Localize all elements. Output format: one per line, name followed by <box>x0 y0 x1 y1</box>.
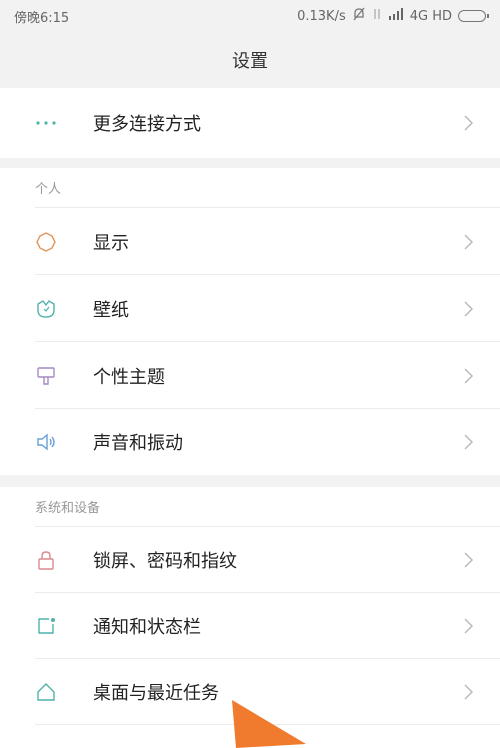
settings-item-label: 锁屏、密码和指纹 <box>93 551 237 572</box>
settings-item-label: 更多连接方式 <box>93 114 201 135</box>
settings-item-theme[interactable]: 个性主题 <box>0 342 500 409</box>
wallpaper-icon <box>35 298 57 320</box>
status-time: 傍晚6:15 <box>14 10 70 26</box>
notification-icon <box>35 615 57 637</box>
settings-item-label: 个性主题 <box>93 366 165 388</box>
chevron-right-icon <box>464 552 474 568</box>
signal-icon <box>388 8 404 24</box>
chevron-right-icon <box>464 434 474 450</box>
brightness-icon <box>35 231 57 253</box>
chevron-right-icon <box>464 618 474 634</box>
settings-item-notifications[interactable]: 通知和状态栏 <box>0 593 500 659</box>
section-title: 系统和设备 <box>35 501 101 516</box>
chevron-right-icon <box>464 300 474 317</box>
settings-item-label: 声音和振动 <box>93 433 183 454</box>
settings-item-label: 通知和状态栏 <box>93 617 201 638</box>
network-type: 4G HD <box>409 8 452 24</box>
chevron-right-icon <box>464 233 474 250</box>
section-header-personal: 个人 <box>0 168 500 208</box>
data-transfer-icon <box>372 7 382 25</box>
section-gap <box>0 158 500 168</box>
home-icon <box>35 681 57 703</box>
speaker-icon <box>35 431 57 453</box>
section-title: 个人 <box>35 182 62 197</box>
settings-item-more-connections[interactable]: 更多连接方式 <box>0 88 500 158</box>
settings-item-sound[interactable]: 声音和振动 <box>0 409 500 475</box>
chevron-right-icon <box>464 367 474 384</box>
page-title: 设置 <box>232 51 268 72</box>
pointer-arrow-icon <box>232 700 306 748</box>
settings-item-label: 壁纸 <box>93 299 129 321</box>
settings-item-wallpaper[interactable]: 壁纸 <box>0 275 500 342</box>
settings-item-lockscreen[interactable]: 锁屏、密码和指纹 <box>0 527 500 593</box>
battery-icon <box>458 10 489 22</box>
chevron-right-icon <box>464 115 474 131</box>
mute-icon <box>352 7 366 25</box>
title-bar: 设置 <box>0 32 500 88</box>
status-bar: 傍晚6:15 0.13K/s 4G HD <box>0 0 500 32</box>
status-icons: 0.13K/s 4G HD <box>297 7 489 25</box>
lock-icon <box>35 549 57 571</box>
network-speed: 0.13K/s <box>297 8 346 24</box>
section-header-system: 系统和设备 <box>0 487 500 527</box>
paint-brush-icon <box>35 365 57 387</box>
chevron-right-icon <box>464 684 474 700</box>
settings-item-label: 桌面与最近任务 <box>93 683 219 704</box>
section-gap <box>0 475 500 487</box>
settings-item-label: 显示 <box>93 232 129 254</box>
settings-item-display[interactable]: 显示 <box>0 208 500 275</box>
more-dots-icon <box>35 112 57 134</box>
